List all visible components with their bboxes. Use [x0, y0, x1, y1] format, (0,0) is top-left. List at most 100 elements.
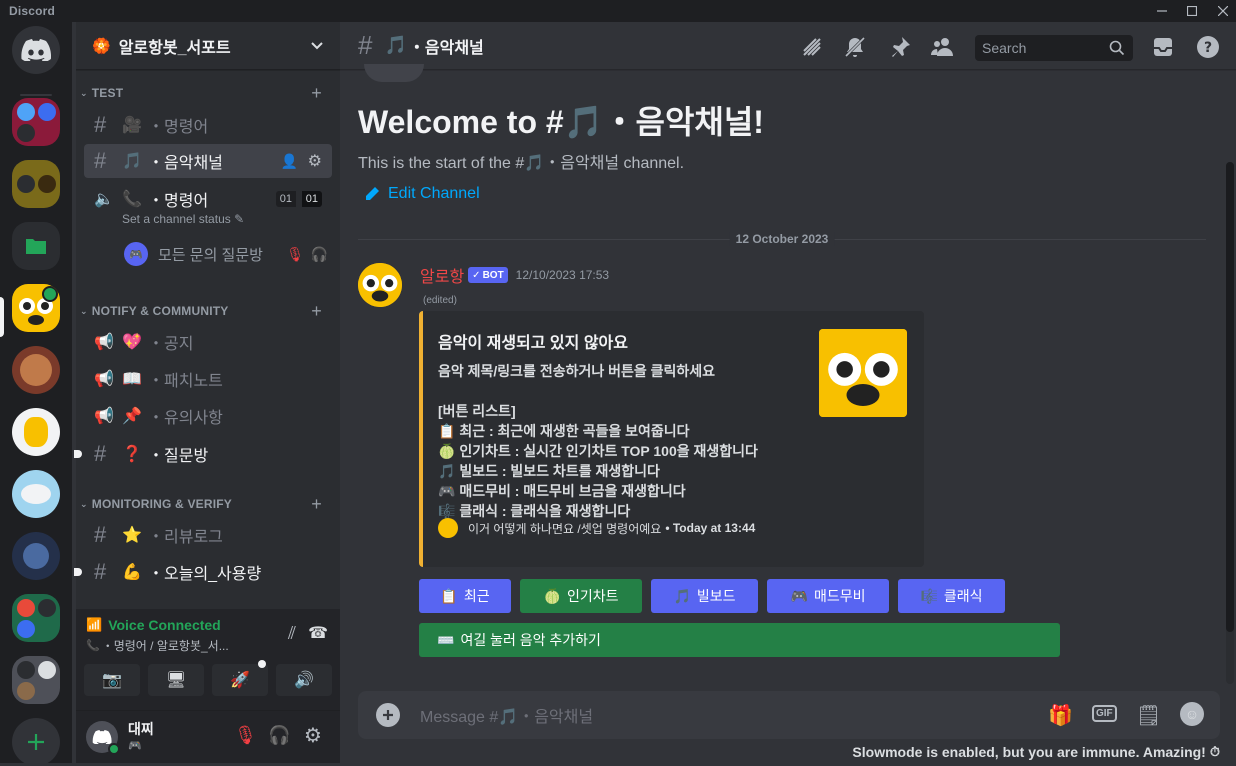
pin-icon[interactable]	[887, 34, 913, 60]
folder-icon[interactable]	[12, 222, 60, 270]
voice-user-count: 01	[275, 191, 296, 207]
channel-test-command[interactable]: # 🎥 ・명령어	[84, 108, 332, 142]
members-icon[interactable]	[931, 34, 957, 60]
server-avatar-2[interactable]	[12, 408, 60, 456]
server-folder-1[interactable]	[12, 98, 60, 146]
bot-avatar[interactable]	[358, 263, 402, 307]
add-channel-icon[interactable]: +	[311, 301, 322, 322]
notification-dot	[258, 660, 266, 668]
server-alohang-support[interactable]	[12, 284, 60, 332]
server-icon: 🏵️	[92, 37, 111, 55]
edit-channel-link[interactable]: Edit Channel	[364, 185, 480, 203]
server-folder-4[interactable]	[12, 656, 60, 704]
server-avatar-3[interactable]	[12, 470, 60, 518]
hash-icon: #	[94, 441, 107, 466]
threads-icon[interactable]	[799, 34, 825, 60]
server-avatar-4[interactable]	[12, 532, 60, 580]
classic-button[interactable]: 🎼 클래식	[898, 579, 1005, 613]
help-icon[interactable]: ?	[1195, 34, 1221, 60]
mic-muted-icon[interactable]: 🎙	[234, 725, 257, 746]
noise-suppression-icon[interactable]: ⫽	[288, 623, 296, 644]
megaphone-icon: 📢	[94, 371, 114, 388]
soundboard-button[interactable]: 🔊	[276, 664, 332, 696]
search-input[interactable]: Search	[975, 35, 1133, 61]
server-folder-3[interactable]	[12, 594, 60, 642]
emoji-icon[interactable]: ☺	[1180, 702, 1204, 726]
date-divider-label: 12 October 2023	[729, 232, 835, 246]
billboard-button[interactable]: 🎵 빌보드	[651, 579, 758, 613]
channel-patch-notes[interactable]: 📢 📖 ・패치노트	[84, 362, 332, 396]
camera-off-button[interactable]: 📷	[84, 664, 140, 696]
author-name[interactable]: 알로항	[420, 263, 464, 287]
voice-user[interactable]: 🎮 모든 문의 질문방 🎙 🎧	[124, 240, 336, 268]
add-attachment-icon[interactable]	[376, 703, 400, 727]
popular-chart-button[interactable]: 🍈 인기차트	[520, 579, 642, 613]
message-composer[interactable]: Message #🎵・음악채널 🎁 GIF 🗒 ☺	[358, 691, 1220, 739]
welcome-title: Welcome to #🎵・음악채널!	[358, 104, 764, 140]
chevron-down-icon: ⌄	[80, 305, 88, 316]
add-channel-icon[interactable]: +	[311, 494, 322, 515]
megaphone-icon: 📢	[94, 408, 114, 425]
close-icon[interactable]	[1210, 0, 1236, 22]
edited-label: (edited)	[423, 295, 457, 306]
category-notify-community[interactable]: ⌄ NOTIFY & COMMUNITY +	[80, 301, 332, 322]
gear-icon[interactable]: ⚙	[304, 723, 322, 748]
server-header[interactable]: 🏵️ 알로항봇_서포트	[76, 22, 340, 70]
mad-movie-button[interactable]: 🎮 매드무비	[767, 579, 889, 613]
voice-status[interactable]: 📶 Voice Connected	[86, 617, 221, 633]
gift-icon[interactable]: 🎁	[1048, 703, 1073, 728]
add-music-button[interactable]: ⌨️ 여길 눌러 음악 추가하기	[419, 623, 1060, 657]
channel-icon-circle	[364, 64, 424, 82]
channel-status-prompt[interactable]: Set a channel status ✎	[122, 212, 244, 226]
invite-icon[interactable]: 👤	[281, 153, 298, 170]
notification-muted-icon[interactable]	[842, 34, 868, 60]
channel-music[interactable]: # 🎵 ・음악채널 👤 ⚙	[84, 144, 332, 178]
headset-deafened-icon[interactable]: 🎧	[268, 725, 290, 746]
discord-logo-icon	[21, 39, 51, 61]
bot-badge: ✓ BOT	[468, 267, 508, 283]
add-server-button[interactable]	[12, 718, 60, 766]
embed-thumbnail[interactable]	[819, 329, 907, 417]
inbox-icon[interactable]	[1150, 34, 1176, 60]
activities-button[interactable]: 🚀	[212, 660, 268, 696]
channel-caution[interactable]: 📢 📌 ・유의사항	[84, 399, 332, 433]
voice-channel-command[interactable]: 🔈 📞 ・명령어 01 01	[84, 182, 332, 216]
window-titlebar: Discord	[0, 0, 1236, 22]
scrollbar[interactable]	[1226, 162, 1234, 684]
add-channel-icon[interactable]: +	[311, 83, 322, 104]
slowmode-notice: Slowmode is enabled, but you are immune.…	[852, 744, 1220, 760]
footer-avatar	[438, 518, 458, 538]
pencil-icon: ✎	[234, 212, 245, 226]
server-avatar-1[interactable]	[12, 346, 60, 394]
server-name: 알로항봇_서포트	[118, 39, 231, 57]
speaker-icon: 🔈	[94, 191, 114, 208]
server-folder-2[interactable]	[12, 160, 60, 208]
username-block[interactable]: 대찌 🎮	[128, 719, 154, 752]
channel-notice[interactable]: 📢 💖 ・공지	[84, 325, 332, 359]
chevron-down-icon: ⌄	[80, 87, 88, 98]
server-list	[0, 22, 72, 766]
category-test[interactable]: ⌄ TEST +	[80, 83, 332, 104]
hash-icon: #	[94, 559, 107, 584]
disconnect-icon[interactable]: ☎	[308, 623, 328, 643]
gif-icon[interactable]: GIF	[1092, 705, 1117, 722]
home-button[interactable]	[12, 26, 60, 74]
channel-question[interactable]: # ❓ ・질문방	[74, 437, 332, 471]
search-icon	[1109, 40, 1125, 56]
category-monitoring-verify[interactable]: ⌄ MONITORING & VERIFY +	[80, 494, 332, 515]
gear-icon[interactable]: ⚙	[308, 151, 322, 171]
voice-location[interactable]: 📞 ・명령어 / 알로항봇_서...	[86, 637, 229, 654]
channel-review-log[interactable]: # ⭐ ・리뷰로그	[84, 518, 332, 552]
app-title: Discord	[9, 4, 56, 18]
avatar[interactable]	[86, 721, 120, 755]
unread-pill	[74, 568, 82, 576]
maximize-icon[interactable]	[1179, 0, 1205, 22]
voice-user-limit: 01	[301, 191, 322, 207]
channel-sidebar: 🏵️ 알로항봇_서포트 ⌄ TEST + # 🎥 ・명령어 # 🎵 ・음악채널 …	[74, 22, 340, 763]
embed-title: 음악이 재생되고 있지 않아요	[438, 335, 628, 352]
sticker-icon[interactable]: 🗒	[1136, 703, 1161, 728]
screen-share-button[interactable]: 🖥	[148, 664, 204, 696]
minimize-icon[interactable]	[1149, 0, 1175, 22]
channel-daily-usage[interactable]: # 💪 ・오늘의_사용량	[74, 555, 332, 589]
recent-button[interactable]: 📋 최근	[419, 579, 511, 613]
